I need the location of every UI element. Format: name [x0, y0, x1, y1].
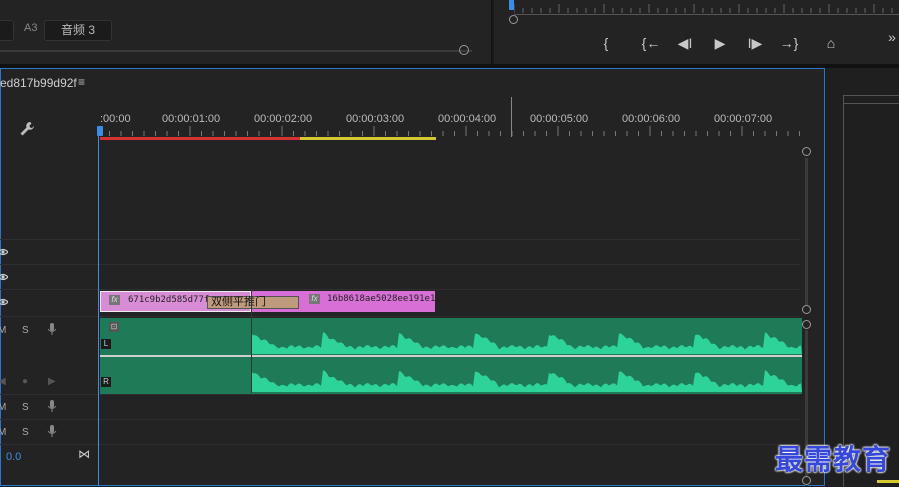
horizontal-scrollbar[interactable] [0, 50, 472, 52]
watermark-logo: 最需教育 [775, 443, 892, 476]
go-to-out-button[interactable]: →} [779, 34, 799, 52]
track-target-toggle[interactable] [0, 20, 14, 41]
track-divider [0, 264, 800, 265]
monitor-time-ruler[interactable] [514, 0, 899, 14]
sequence-tab-title[interactable]: ed817b99d92f [0, 76, 77, 90]
keyframe-nav-icon[interactable]: ◀ [0, 376, 6, 387]
ruler-tick-label: 00:00:03:00 [346, 113, 405, 125]
track-divider [0, 289, 800, 290]
eye-icon[interactable] [0, 297, 9, 307]
transition-effect[interactable]: 双侧平推门 [207, 296, 299, 309]
solo-button[interactable]: S [22, 427, 29, 438]
side-panel-divider [843, 103, 899, 104]
more-controls-icon[interactable]: » [882, 28, 899, 46]
track-divider [0, 419, 800, 420]
microphone-icon[interactable] [47, 323, 57, 339]
render-bar-yellow [300, 137, 436, 140]
ruler-tick-label: 00:00:02:00 [254, 113, 313, 125]
playhead-line [98, 130, 99, 486]
scrollbar-handle[interactable] [459, 45, 469, 55]
monitor-zoom-handle[interactable] [509, 15, 518, 24]
scroll-handle-top[interactable] [802, 320, 811, 329]
keyframe-add-icon[interactable]: ● [22, 376, 28, 387]
eye-icon[interactable] [0, 272, 9, 282]
master-volume-value[interactable]: 0.0 [6, 451, 21, 463]
export-frame-button[interactable]: ⌂ [821, 34, 841, 52]
playhead[interactable] [97, 126, 103, 136]
track-divider [0, 394, 800, 395]
ruler-tick-label: 00:00:01:00 [162, 113, 221, 125]
scroll-handle-top[interactable] [802, 147, 811, 156]
go-to-in-button[interactable]: {← [641, 34, 661, 52]
monitor-ruler-line [514, 14, 899, 15]
ruler-marker [511, 97, 512, 137]
scroll-track[interactable] [805, 158, 808, 308]
microphone-icon[interactable] [47, 425, 57, 441]
clip-name: 16b8618ae5028ee191e11 [327, 294, 441, 304]
mute-button[interactable]: M [0, 427, 6, 438]
panel-menu-icon[interactable]: ≡ [78, 75, 85, 89]
mark-in-button[interactable]: { [596, 34, 616, 52]
monitor-playhead[interactable] [509, 0, 514, 10]
ruler-tick-label: :00:00 [100, 113, 131, 125]
eye-icon[interactable] [0, 247, 9, 257]
audio-waveform [100, 318, 802, 394]
ruler-tick-label: 00:00:05:00 [530, 113, 589, 125]
track-name-field[interactable]: 音频 3 [44, 20, 112, 41]
ruler-tick-label: 00:00:07:00 [714, 113, 773, 125]
edit-point[interactable] [251, 290, 252, 393]
keyframe-next-icon[interactable]: ▶ [48, 376, 56, 387]
audio-volume-line [100, 355, 802, 357]
right-channel-label: R [101, 377, 111, 387]
step-back-button[interactable]: ◀I [675, 34, 695, 52]
bowtie-icon[interactable]: ⋈ [78, 447, 90, 461]
ruler-tick-label: 00:00:04:00 [438, 113, 497, 125]
play-button[interactable]: ▶ [710, 34, 730, 52]
fx-badge: ⊡ [109, 322, 119, 332]
track-id-label: A3 [24, 22, 38, 34]
mute-button[interactable]: M [0, 325, 6, 336]
track-divider [0, 239, 800, 240]
track-divider [0, 444, 800, 445]
solo-button[interactable]: S [22, 325, 29, 336]
clip-name: 671c9b2d585d77f [128, 295, 210, 305]
vertical-scrollbar[interactable] [800, 147, 814, 486]
wrench-icon[interactable] [18, 120, 36, 138]
left-channel-label: L [101, 339, 111, 349]
fx-badge: fx [109, 295, 120, 305]
side-panel-render-bar [877, 480, 899, 483]
step-forward-button[interactable]: I▶ [745, 34, 765, 52]
mute-button[interactable]: M [0, 402, 6, 413]
render-bar-red [100, 137, 300, 140]
audio-clip[interactable]: L R ⊡ [100, 318, 802, 394]
ruler-tick-label: 00:00:06:00 [622, 113, 681, 125]
scroll-handle-bottom[interactable] [802, 305, 811, 314]
track-divider [0, 316, 800, 317]
solo-button[interactable]: S [22, 402, 29, 413]
microphone-icon[interactable] [47, 400, 57, 416]
fx-badge: fx [309, 294, 320, 304]
side-panel-content [843, 95, 899, 487]
